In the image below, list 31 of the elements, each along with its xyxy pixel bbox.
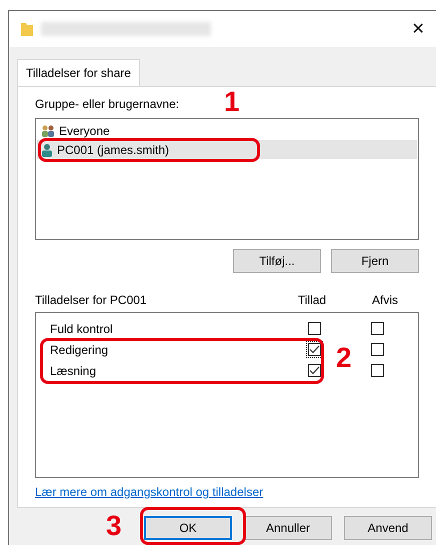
section-label: Tilladelser for PC001	[35, 293, 148, 309]
user-icon	[41, 142, 53, 156]
checkbox[interactable]	[308, 322, 320, 335]
dialog-button[interactable]: Annuller	[244, 516, 332, 540]
user-name: Everyone	[59, 124, 110, 138]
list-button[interactable]: Fjern	[331, 249, 419, 273]
permission-name: Redigering	[50, 342, 110, 356]
permission-name: Læsning	[50, 364, 98, 378]
user-item[interactable]: Everyone	[37, 121, 417, 140]
user-name: PC001 (james.smith)	[57, 142, 170, 156]
checkbox[interactable]	[308, 343, 320, 356]
step-number: 2	[336, 344, 352, 372]
column-header: Afvis	[370, 293, 399, 309]
section-label: Gruppe- eller brugernavne:	[35, 97, 180, 113]
column-header: Tillad	[296, 293, 328, 309]
list-button[interactable]: Tilføj...	[233, 249, 321, 273]
step-number: 3	[106, 512, 122, 540]
tab[interactable]: Tilladelser for share	[17, 59, 140, 86]
permission-name: Fuld kontrol	[50, 322, 114, 336]
step-number: 1	[224, 88, 240, 116]
users-icon	[41, 124, 55, 138]
checkbox[interactable]	[370, 364, 384, 377]
close-button[interactable]: ✕	[400, 11, 436, 47]
checkbox[interactable]	[308, 364, 320, 377]
checkbox[interactable]	[370, 322, 384, 335]
dialog-button[interactable]: Anvend	[344, 516, 432, 540]
folder-icon	[21, 22, 33, 36]
checkbox[interactable]	[370, 343, 384, 356]
user-item[interactable]: PC001 (james.smith)	[37, 140, 417, 159]
dialog-button[interactable]: OK	[144, 516, 232, 540]
help-link[interactable]: Lær mere om adgangskontrol og tilladelser	[35, 485, 436, 499]
